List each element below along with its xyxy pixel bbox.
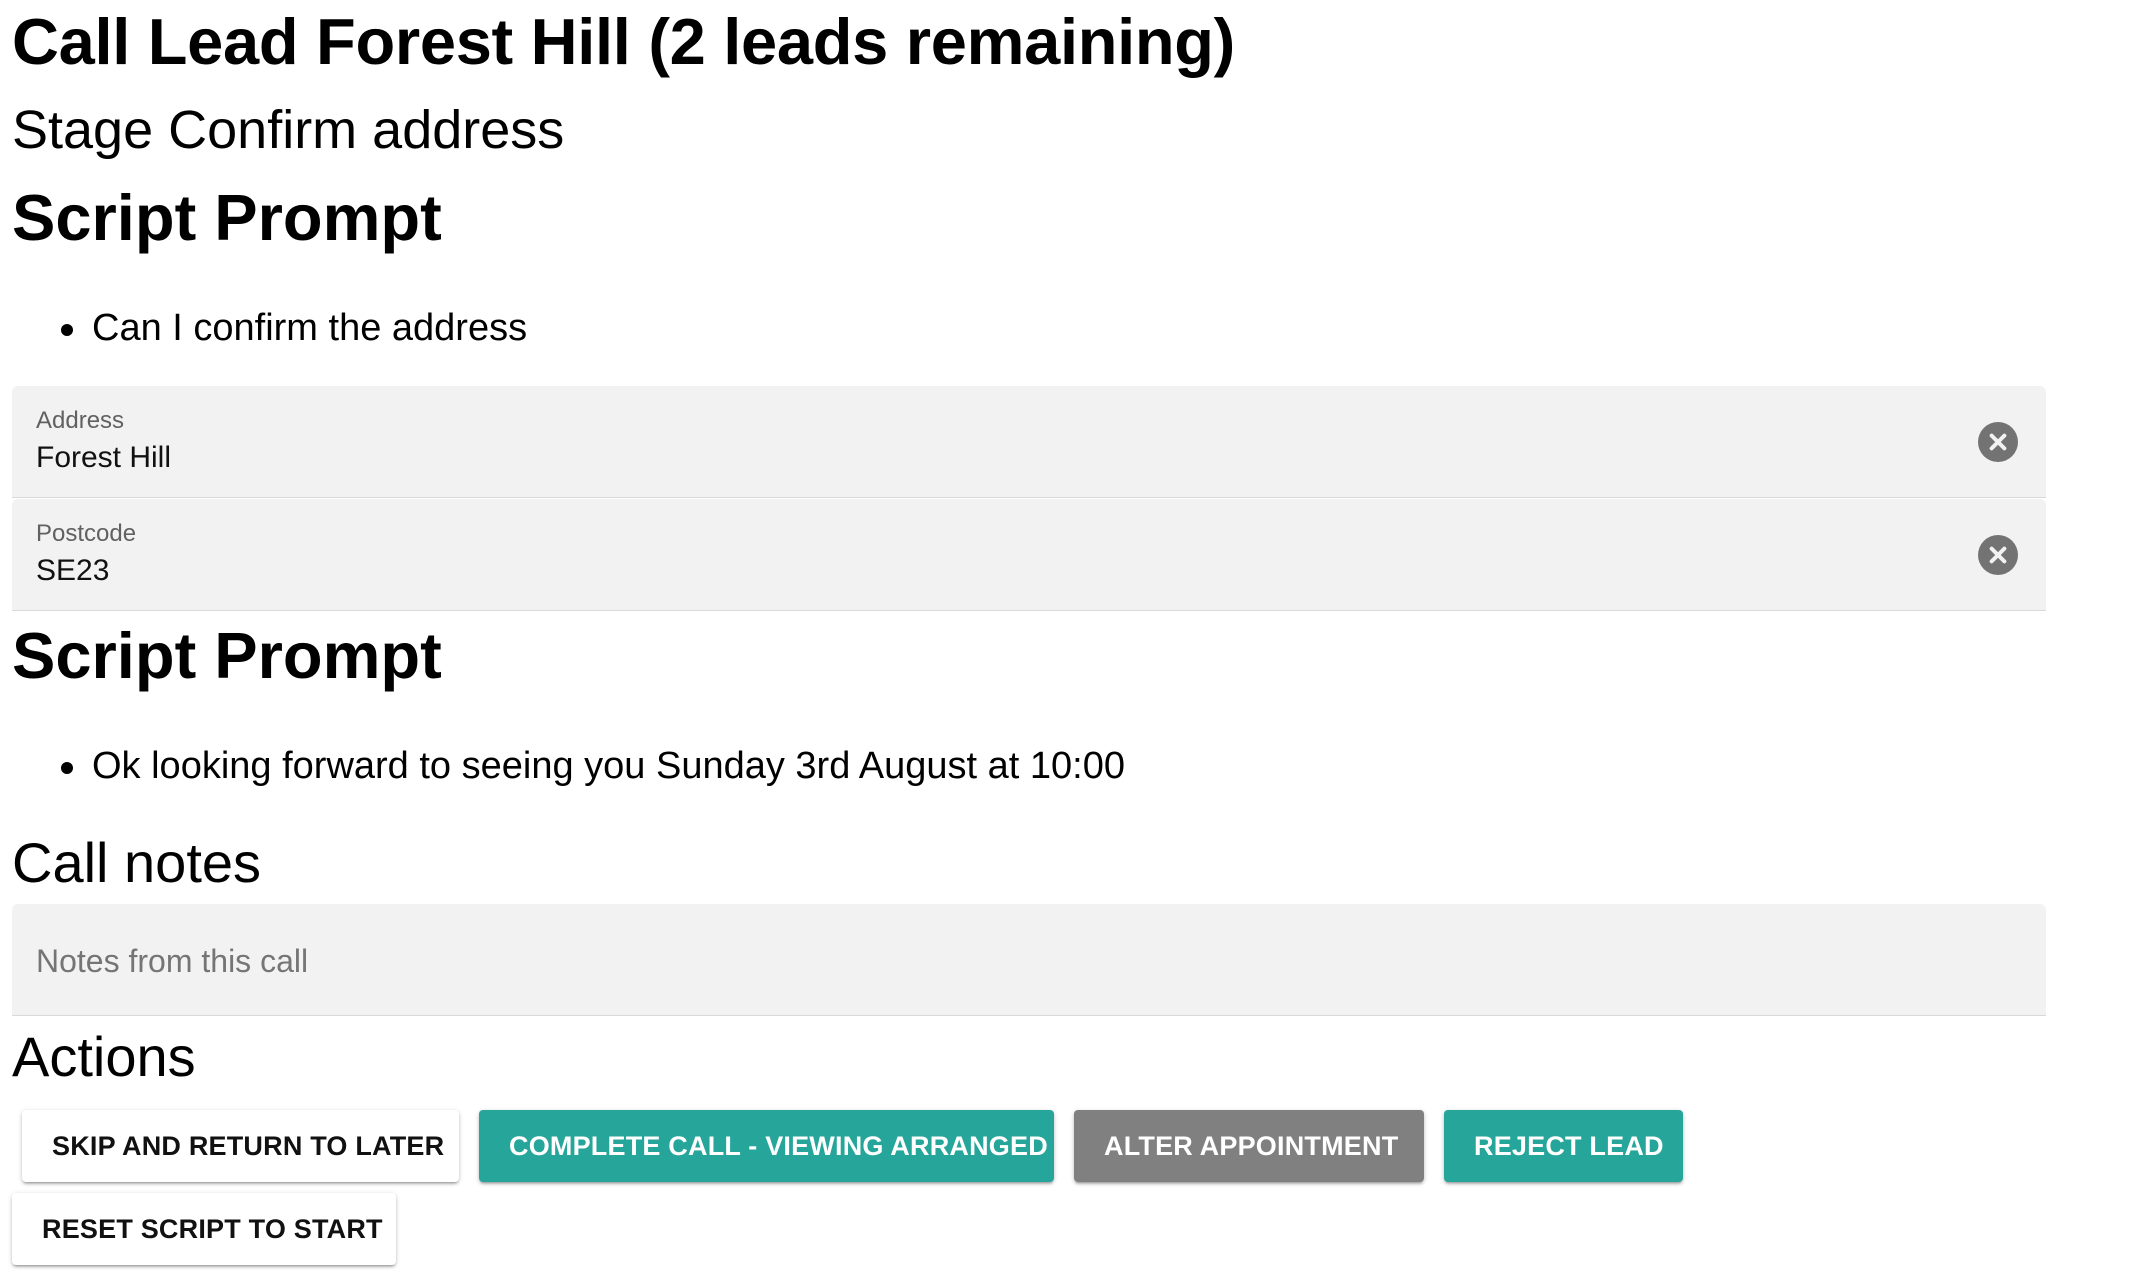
stage-line: Stage Confirm address <box>12 94 564 166</box>
script-prompt-item: Can I confirm the address <box>0 302 527 354</box>
call-notes-field[interactable] <box>12 904 2046 1016</box>
reject-lead-button[interactable]: REJECT LEAD <box>1444 1110 1683 1182</box>
script-prompt-list: Ok looking forward to seeing you Sunday … <box>0 740 1125 792</box>
script-prompt-list: Can I confirm the address <box>0 302 527 354</box>
address-field-value[interactable]: Forest Hill <box>36 438 171 478</box>
clear-icon[interactable] <box>1978 422 2018 462</box>
call-notes-heading: Call notes <box>12 831 262 894</box>
script-prompt-heading: Script Prompt <box>12 181 442 254</box>
script-prompt-heading: Script Prompt <box>12 619 442 692</box>
call-notes-input[interactable] <box>36 940 2016 984</box>
script-prompt-item: Ok looking forward to seeing you Sunday … <box>0 740 1125 792</box>
complete-call-viewing-arranged-button[interactable]: COMPLETE CALL - VIEWING ARRANGED <box>479 1110 1054 1182</box>
address-field[interactable]: Address Forest Hill <box>12 386 2046 498</box>
stage-value: Confirm address <box>168 100 565 160</box>
call-lead-page: Call Lead Forest Hill (2 leads remaining… <box>0 0 2156 1277</box>
skip-and-return-later-button[interactable]: SKIP AND RETURN TO LATER <box>22 1110 459 1182</box>
page-title: Call Lead Forest Hill (2 leads remaining… <box>12 5 1236 78</box>
address-field-label: Address <box>36 407 125 434</box>
clear-icon[interactable] <box>1978 535 2018 575</box>
postcode-field-value[interactable]: SE23 <box>36 551 109 591</box>
postcode-field[interactable]: Postcode SE23 <box>12 499 2046 611</box>
postcode-field-label: Postcode <box>36 520 137 547</box>
actions-heading: Actions <box>12 1025 196 1088</box>
stage-label: Stage <box>12 100 154 160</box>
reset-script-to-start-button[interactable]: RESET SCRIPT TO START <box>12 1193 396 1265</box>
alter-appointment-button[interactable]: ALTER APPOINTMENT <box>1074 1110 1424 1182</box>
